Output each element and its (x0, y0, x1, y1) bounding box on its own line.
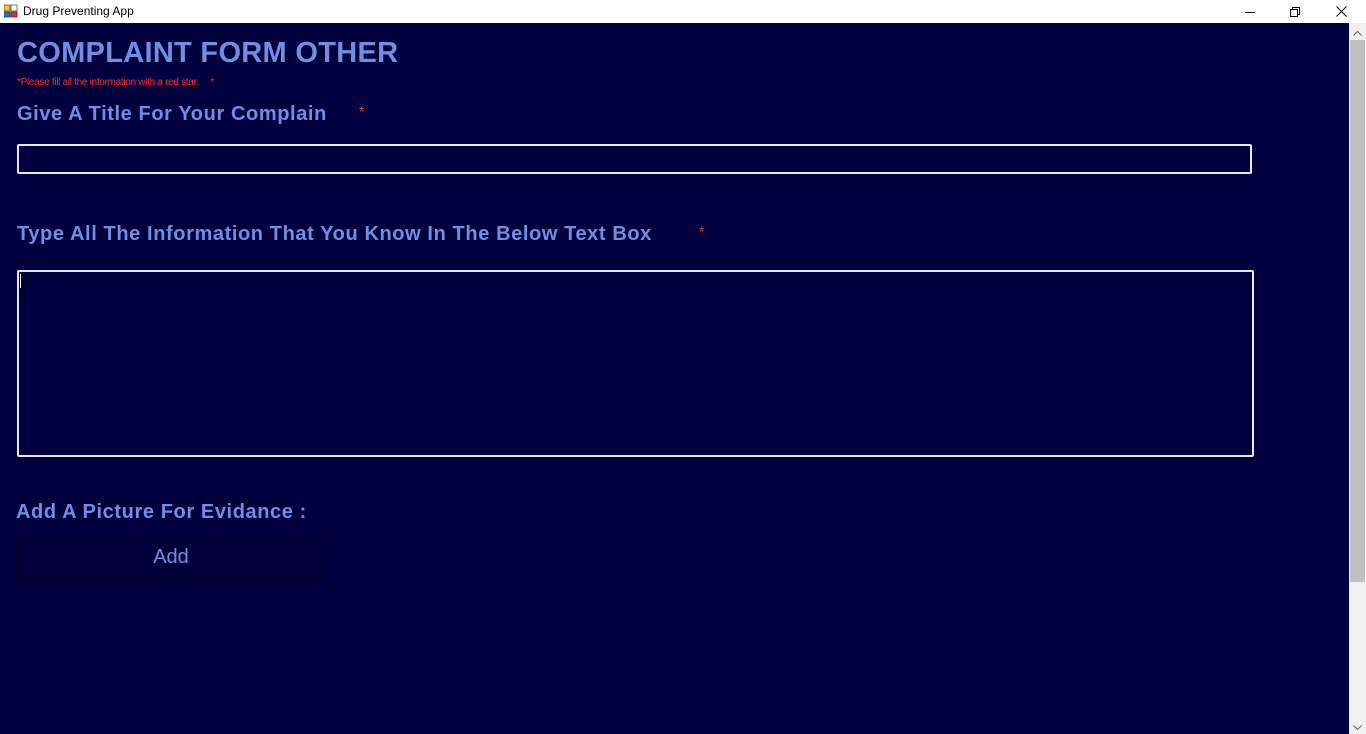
close-button[interactable] (1318, 0, 1364, 23)
title-bar: Drug Preventing App (0, 0, 1366, 23)
chevron-down-icon (1353, 717, 1362, 734)
app-window: Drug Preventing App COMPLAINT FORM OTHER… (0, 0, 1366, 734)
scrollbar-thumb[interactable] (1350, 40, 1365, 582)
complaint-information-textarea[interactable] (17, 270, 1254, 457)
required-note-star: * (210, 77, 215, 88)
title-label: Give A Title For Your Complain (17, 103, 327, 125)
information-label: Type All The Information That You Know I… (17, 223, 652, 245)
scroll-down-button[interactable] (1349, 717, 1366, 734)
page-title: COMPLAINT FORM OTHER (17, 37, 399, 69)
text-cursor (20, 274, 21, 288)
chevron-up-icon (1353, 23, 1362, 41)
minimize-icon (1245, 7, 1255, 17)
vertical-scrollbar[interactable] (1349, 23, 1366, 734)
required-note-text: *Please fill all the information with a … (17, 77, 199, 88)
scroll-up-button[interactable] (1349, 23, 1366, 40)
minimize-button[interactable] (1227, 0, 1273, 23)
app-icon (3, 4, 18, 18)
close-icon (1335, 6, 1347, 17)
add-picture-button[interactable]: Add (16, 537, 326, 577)
title-required-star: * (359, 103, 365, 119)
information-required-star: * (699, 223, 705, 239)
complaint-title-input[interactable] (17, 144, 1252, 174)
required-note: *Please fill all the information with a … (17, 77, 214, 88)
picture-label: Add A Picture For Evidance : (16, 501, 307, 523)
form-panel: COMPLAINT FORM OTHER *Please fill all th… (0, 23, 1349, 734)
restore-icon (1290, 6, 1300, 17)
window-title: Drug Preventing App (23, 4, 134, 18)
restore-button[interactable] (1272, 0, 1318, 23)
